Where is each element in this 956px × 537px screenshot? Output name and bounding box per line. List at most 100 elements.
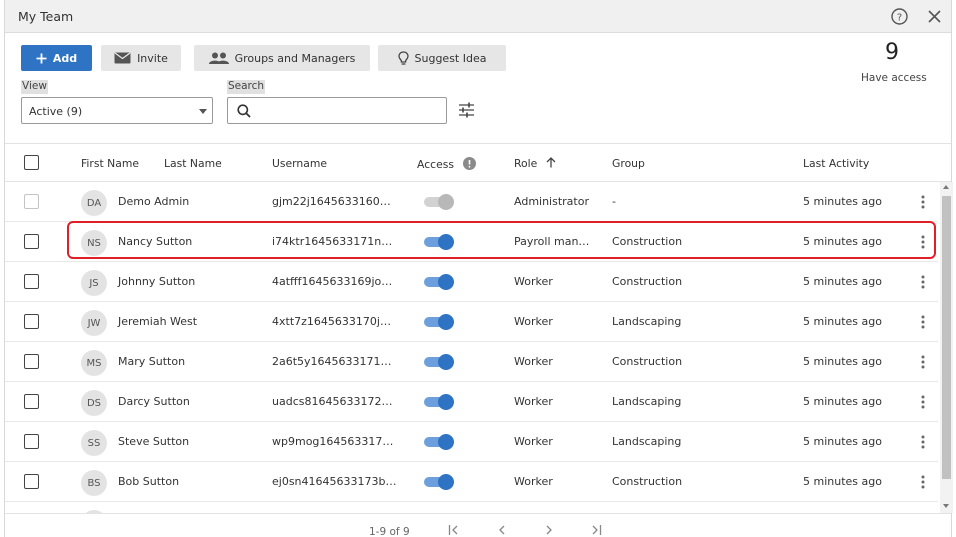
more-vertical-icon[interactable]: [920, 274, 926, 290]
previous-page-icon[interactable]: [498, 525, 506, 535]
more-vertical-icon[interactable]: [920, 474, 926, 490]
toggle-knob: [438, 474, 454, 490]
sort-arrow-up-icon[interactable]: [546, 157, 556, 168]
avatar: MS: [81, 350, 107, 376]
last-activity: 5 minutes ago: [803, 435, 882, 448]
groups-and-managers-button[interactable]: Groups and Managers: [194, 45, 370, 71]
lightbulb-icon: [397, 50, 409, 65]
caret-down-icon: [199, 109, 207, 114]
header-last-activity[interactable]: Last Activity: [803, 157, 869, 170]
people-icon: [208, 52, 229, 64]
header-first-name[interactable]: First Name: [81, 157, 139, 170]
user-name[interactable]: Jeremiah West: [118, 315, 197, 328]
row-checkbox[interactable]: [24, 434, 39, 449]
add-button-label: Add: [52, 51, 78, 65]
user-name[interactable]: Darcy Sutton: [118, 395, 190, 408]
header-access[interactable]: Access: [417, 158, 454, 171]
help-icon[interactable]: ?: [891, 8, 908, 25]
row-checkbox[interactable]: [24, 274, 39, 289]
search-input[interactable]: [260, 102, 440, 120]
user-name[interactable]: Bob Sutton: [118, 475, 179, 488]
access-count: 9: [885, 40, 899, 65]
first-page-icon[interactable]: [448, 525, 460, 535]
invite-button[interactable]: Invite: [101, 45, 181, 71]
access-toggle[interactable]: [422, 194, 456, 210]
toggle-knob: [438, 194, 454, 210]
role: Worker: [514, 475, 553, 488]
user-name[interactable]: Johnny Sutton: [118, 275, 195, 288]
view-select[interactable]: Active (9): [21, 97, 213, 124]
info-icon[interactable]: [463, 157, 477, 170]
group: Landscaping: [612, 395, 682, 408]
row-checkbox[interactable]: [24, 314, 39, 329]
vertical-scrollbar[interactable]: [940, 182, 953, 513]
table-row[interactable]: SS Steve Sutton wp9mog164563317… Worker Land…: [5, 422, 938, 462]
access-toggle[interactable]: [422, 394, 456, 410]
toggle-knob: [438, 434, 454, 450]
user-name[interactable]: Mary Sutton: [118, 355, 185, 368]
row-checkbox[interactable]: [24, 474, 39, 489]
invite-button-label: Invite: [137, 51, 168, 65]
filter-sliders-icon[interactable]: [458, 102, 475, 118]
more-vertical-icon[interactable]: [920, 354, 926, 370]
select-all-checkbox[interactable]: [24, 155, 39, 170]
table-row[interactable]: DS Darcy Sutton uadcs81645633172… Worker Lan…: [5, 382, 938, 422]
last-page-icon[interactable]: [590, 525, 602, 535]
scrollbar-thumb[interactable]: [942, 196, 951, 479]
scroll-up-arrow-icon[interactable]: [943, 185, 949, 189]
last-activity: 5 minutes ago: [803, 195, 882, 208]
username: gjm22j1645633160…: [272, 195, 391, 208]
access-toggle[interactable]: [422, 274, 456, 290]
user-name[interactable]: Demo Admin: [118, 195, 189, 208]
more-vertical-icon[interactable]: [920, 314, 926, 330]
close-icon[interactable]: [927, 9, 942, 24]
user-name[interactable]: Steve Sutton: [118, 435, 189, 448]
table-row[interactable]: JW Jeremiah West 4xtt7z1645633170j… Worker L…: [5, 302, 938, 342]
access-toggle[interactable]: [422, 314, 456, 330]
group: -: [612, 195, 616, 208]
add-button[interactable]: Add: [21, 45, 92, 71]
header-group[interactable]: Group: [612, 157, 645, 170]
more-vertical-icon[interactable]: [920, 194, 926, 210]
header-last-name[interactable]: Last Name: [164, 157, 222, 170]
dialog-title: My Team: [18, 9, 74, 24]
access-toggle[interactable]: [422, 474, 456, 490]
header-role[interactable]: Role: [514, 157, 537, 170]
avatar: BS: [81, 470, 107, 496]
role: Worker: [514, 315, 553, 328]
search-box[interactable]: [227, 97, 447, 124]
toggle-knob: [438, 354, 454, 370]
group: Construction: [612, 355, 683, 368]
last-activity: 5 minutes ago: [803, 475, 882, 488]
header-username[interactable]: Username: [272, 157, 327, 170]
avatar: SS: [81, 430, 107, 456]
svg-text:?: ?: [897, 13, 902, 24]
access-toggle[interactable]: [422, 354, 456, 370]
my-team-dialog: My Team ? Add Invite Groups and Managers…: [4, 0, 953, 537]
pagination-text: 1-9 of 9: [369, 526, 410, 537]
row-checkbox[interactable]: [24, 354, 39, 369]
selected-row-highlight: [67, 221, 936, 259]
row-checkbox: [24, 194, 39, 209]
row-checkbox[interactable]: [24, 394, 39, 409]
last-activity: 5 minutes ago: [803, 275, 882, 288]
avatar: DA: [81, 190, 107, 216]
table-header: First Name Last Name Username Access Rol…: [5, 143, 951, 182]
table-row[interactable]: JS Johnny Sutton 4atfff1645633169jo… Worker…: [5, 262, 938, 302]
table-row[interactable]: DA Demo Admin gjm22j1645633160… Administrat…: [5, 182, 938, 222]
more-vertical-icon[interactable]: [920, 394, 926, 410]
search-label: Search: [227, 80, 266, 94]
access-toggle[interactable]: [422, 434, 456, 450]
next-page-icon[interactable]: [545, 525, 553, 535]
scroll-down-arrow-icon[interactable]: [943, 504, 949, 508]
view-select-value: Active (9): [29, 105, 83, 118]
suggest-idea-button[interactable]: Suggest Idea: [378, 45, 506, 71]
more-vertical-icon[interactable]: [920, 434, 926, 450]
avatar: DS: [81, 390, 107, 416]
role: Worker: [514, 355, 553, 368]
table-row[interactable]: BS Bob Sutton ej0sn41645633173b… Worker Cons…: [5, 462, 938, 502]
row-checkbox[interactable]: [24, 234, 39, 249]
username: uadcs81645633172…: [272, 395, 393, 408]
table-row[interactable]: MS Mary Sutton 2a6t5y1645633171… Worker Cons…: [5, 342, 938, 382]
username: 2a6t5y1645633171…: [272, 355, 392, 368]
